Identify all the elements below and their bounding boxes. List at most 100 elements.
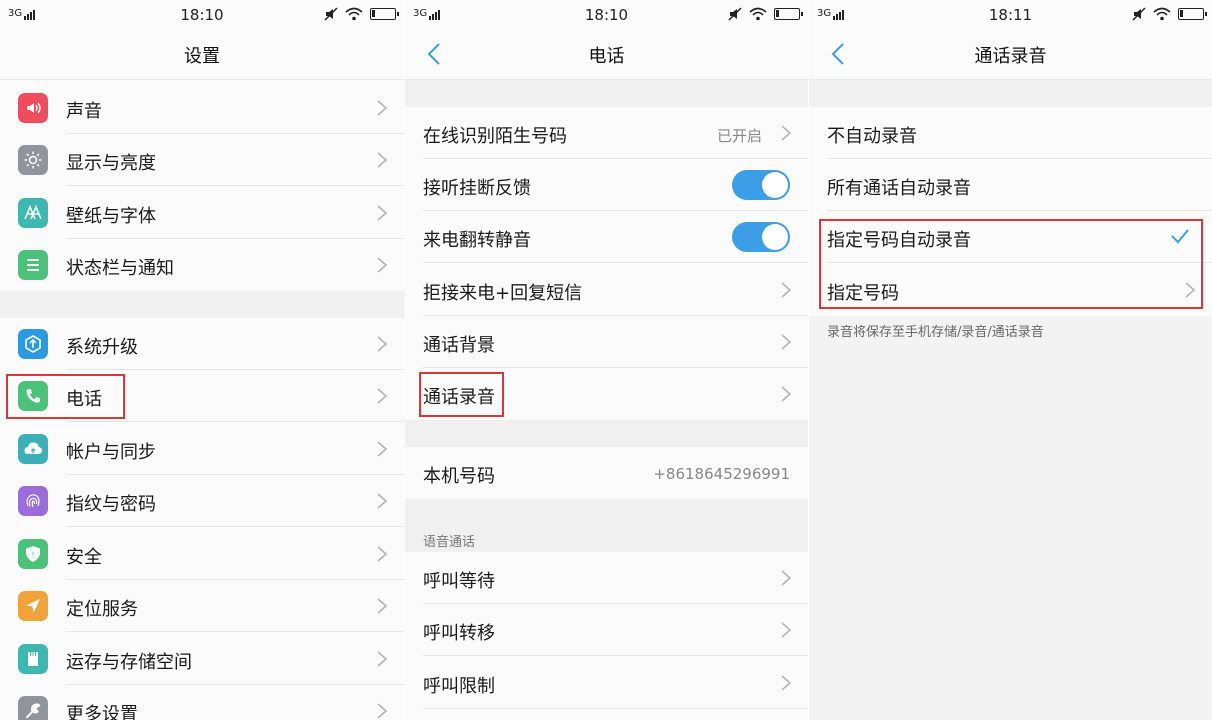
- page-title: 电话: [588, 46, 625, 67]
- sun-tile: [18, 145, 48, 175]
- settings-item[interactable]: 状态栏与通知: [0, 239, 404, 291]
- recording-option[interactable]: 所有通话自动录音: [809, 159, 1212, 211]
- status-bar: 3G 18:10: [0, 0, 404, 30]
- chevron-right: [780, 124, 792, 142]
- speaker-icon: [27, 102, 41, 114]
- list-item-label: 呼叫限制: [423, 676, 495, 697]
- storage-card-tile: [18, 644, 48, 674]
- wifi-icon: [1153, 7, 1171, 21]
- phone-tile: [18, 381, 48, 411]
- phone-setting-item[interactable]: 拒接来电+回复短信: [405, 264, 808, 316]
- chevron-right-icon: [377, 703, 388, 719]
- row-divider: [423, 708, 808, 709]
- settings-item[interactable]: 壁纸与字体: [0, 187, 404, 239]
- phone-setting-item[interactable]: 来电翻转静音: [405, 211, 808, 263]
- selected-check: [1170, 228, 1190, 244]
- upgrade-icon: [25, 335, 41, 353]
- list-item-label: 指定号码: [827, 283, 899, 304]
- cloud-sync-tile: [18, 434, 48, 464]
- storage-card-icon: [28, 652, 38, 666]
- speaker-tile: [18, 93, 48, 123]
- toggle-knob: [762, 224, 788, 250]
- voice-call-item[interactable]: 呼叫转移: [405, 604, 808, 656]
- recording-option[interactable]: 不自动录音: [809, 107, 1212, 159]
- voice-call-item[interactable]: 呼叫等待: [405, 552, 808, 604]
- battery-level: [1180, 10, 1183, 17]
- battery-icon: [774, 8, 803, 20]
- list-item-label: 拒接来电+回复短信: [423, 283, 583, 304]
- phone-setting-item[interactable]: 通话背景: [405, 316, 808, 368]
- list-item-label: 呼叫转移: [423, 623, 495, 644]
- list-item-label: 来电翻转静音: [423, 230, 531, 251]
- phone-setting-item[interactable]: 在线识别陌生号码 已开启: [405, 107, 808, 159]
- list-icon: [27, 259, 39, 271]
- list-item-label: 呼叫等待: [423, 571, 495, 592]
- settings-item[interactable]: 系统升级: [0, 318, 404, 370]
- specified-numbers-row[interactable]: 指定号码: [809, 264, 1212, 316]
- chevron-right-icon: [377, 598, 388, 614]
- chevron-right: [376, 650, 388, 668]
- list-item-label: 壁纸与字体: [66, 206, 156, 227]
- svg-text:!: !: [31, 551, 34, 560]
- list-item-label: 安全: [66, 547, 102, 568]
- phone-settings-screen: 3G 18:10 电话在线识别陌生号码 已开启 接听挂断反馈来电翻转静音拒接来电+回复短…: [405, 0, 808, 720]
- chevron-right-icon: [781, 282, 792, 298]
- chevron-right: [780, 281, 792, 299]
- list-tile: [18, 250, 48, 280]
- row-divider: [827, 262, 1212, 263]
- settings-item[interactable]: 更多设置: [0, 685, 404, 720]
- row-divider: [423, 262, 808, 263]
- settings-item[interactable]: 电话: [0, 370, 404, 422]
- recording-option[interactable]: 指定号码自动录音: [809, 211, 1212, 263]
- wifi-icon: [749, 7, 767, 21]
- chevron-right-icon: [377, 441, 388, 457]
- chevron-right-icon: [377, 388, 388, 404]
- phone-number-row[interactable]: 本机号码 +8618645296991: [405, 447, 808, 499]
- three-screen-composite: 3G 18:10 设置 声音 显示与亮度 壁纸与字体 状态栏与通知 系统升级 电话 帐户与同步 指纹…: [0, 0, 1212, 720]
- sun-icon: [24, 151, 42, 169]
- toggle-switch[interactable]: [732, 170, 790, 200]
- list-item-label: 在线识别陌生号码: [423, 126, 567, 147]
- list-item-label: 通话录音: [423, 387, 495, 408]
- chevron-right: [376, 204, 388, 222]
- chevron-right-icon: [781, 125, 792, 141]
- section-gap: [405, 420, 808, 447]
- list-item-label: 显示与亮度: [66, 153, 156, 174]
- chevron-right-icon: [1185, 282, 1196, 298]
- upgrade-tile: [18, 329, 48, 359]
- chevron-right-icon: [781, 622, 792, 638]
- row-divider: [66, 421, 404, 422]
- row-divider: [66, 526, 404, 527]
- phone-setting-item[interactable]: 接听挂断反馈: [405, 159, 808, 211]
- settings-item[interactable]: 定位服务: [0, 580, 404, 632]
- section-gap: [0, 291, 404, 318]
- settings-item[interactable]: 声音: [0, 82, 404, 134]
- call-recording-screen: 3G 18:11 通话录音 不自动录音 所有通话自动录音 指定号码自动录音 指定号码 录音将保…: [809, 0, 1212, 720]
- toggle-switch[interactable]: [732, 222, 790, 252]
- status-bar: 3G 18:10: [405, 0, 808, 30]
- wallpaper-tile: [18, 198, 48, 228]
- voice-call-item[interactable]: 呼叫限制: [405, 657, 808, 709]
- chevron-right-icon: [781, 334, 792, 350]
- settings-item[interactable]: 帐户与同步: [0, 423, 404, 475]
- row-divider: [66, 185, 404, 186]
- settings-item[interactable]: 显示与亮度: [0, 134, 404, 186]
- settings-item[interactable]: 运存与存储空间: [0, 633, 404, 685]
- chevron-right: [376, 256, 388, 274]
- wallpaper-icon: [24, 204, 42, 220]
- location-arrow-icon: [26, 599, 40, 613]
- wrench-icon: [26, 703, 41, 719]
- toggle-knob: [762, 172, 788, 198]
- phone-icon: [26, 389, 40, 403]
- fingerprint-icon: [26, 494, 40, 508]
- phone-setting-item[interactable]: 通话录音: [405, 368, 808, 420]
- settings-item[interactable]: 指纹与密码: [0, 475, 404, 527]
- battery-level: [776, 10, 779, 17]
- status-icons: [1132, 7, 1207, 21]
- footer-area: [809, 316, 1212, 720]
- location-arrow-tile: [18, 591, 48, 621]
- list-item-label: 声音: [66, 101, 102, 122]
- voice-call-section-title: 语音通话: [423, 535, 476, 550]
- battery-icon: [370, 8, 399, 20]
- settings-item[interactable]: 安全!: [0, 528, 404, 580]
